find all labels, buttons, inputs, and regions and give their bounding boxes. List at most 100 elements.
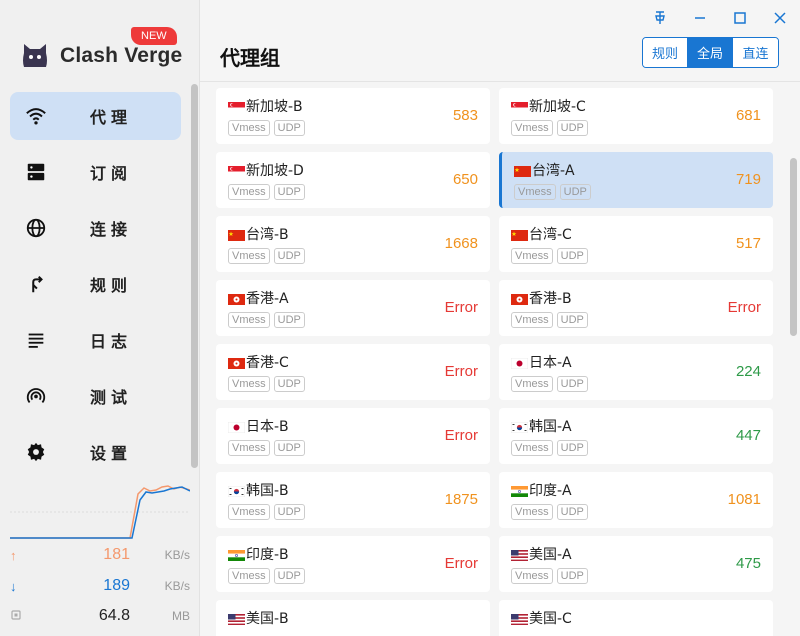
flag-jp-icon — [510, 354, 529, 370]
flag-hk-icon — [511, 290, 528, 305]
proxy-tag: UDP — [556, 248, 588, 264]
proxy-card[interactable]: 韩国-A Vmess UDP 447 — [499, 408, 773, 464]
sidebar-item-6[interactable]: 设置 — [10, 428, 181, 476]
proxy-tag: UDP — [273, 312, 305, 328]
proxy-name: 台湾-C — [529, 227, 572, 243]
proxy-card[interactable]: 台湾-A Vmess UDP 719 — [499, 152, 773, 208]
proxy-card[interactable]: 新加坡-B Vmess UDP 583 — [216, 88, 490, 144]
sidebar-item-5[interactable]: 测试 — [10, 372, 181, 420]
proxy-card[interactable]: 新加坡-C Vmess UDP 681 — [499, 88, 773, 144]
flag-hk-icon — [228, 290, 245, 305]
flag-sg-icon — [511, 98, 528, 113]
proxy-delay[interactable]: 719 — [736, 171, 761, 188]
proxy-card[interactable]: 香港-C Vmess UDP Error — [216, 344, 490, 400]
minimize-icon[interactable] — [690, 8, 710, 28]
nav-menu: 代理订阅连接规则日志测试设置 — [10, 92, 181, 484]
fork-icon — [10, 273, 62, 295]
proxy-tag: UDP — [556, 568, 588, 584]
sidebar-item-label: 连接 — [90, 220, 133, 239]
proxy-card[interactable]: 韩国-B Vmess UDP 1875 — [216, 472, 490, 528]
proxy-tag: Vmess — [228, 504, 270, 520]
proxy-tag: UDP — [273, 504, 305, 520]
proxy-tags: Vmess UDP — [511, 120, 588, 136]
maximize-icon[interactable] — [730, 8, 750, 28]
flag-cn-icon — [228, 226, 245, 241]
proxy-card[interactable]: 美国-C — [499, 600, 773, 636]
proxy-tag: UDP — [559, 184, 591, 200]
sidebar-item-0[interactable]: 代理 — [10, 92, 181, 140]
sidebar-item-label: 代理 — [90, 108, 133, 127]
proxy-name: 印度-A — [529, 483, 572, 499]
proxy-card[interactable]: 美国-B — [216, 600, 490, 636]
flag-in-icon — [511, 482, 528, 497]
main-scrollbar[interactable] — [790, 158, 797, 336]
sidebar-item-3[interactable]: 规则 — [10, 260, 181, 308]
flag-kr-icon — [510, 418, 529, 434]
proxy-tag: Vmess — [511, 312, 553, 328]
proxy-name: 新加坡-B — [246, 99, 303, 115]
proxy-delay[interactable]: 475 — [736, 555, 761, 572]
proxy-delay[interactable]: Error — [445, 299, 478, 316]
proxy-card[interactable]: 香港-A Vmess UDP Error — [216, 280, 490, 336]
sidebar-item-1[interactable]: 订阅 — [10, 148, 181, 196]
proxy-delay[interactable]: 1668 — [445, 235, 478, 252]
sidebar-item-2[interactable]: 连接 — [10, 204, 181, 252]
proxy-delay[interactable]: Error — [445, 427, 478, 444]
memory-row: 64.8 MB — [10, 605, 190, 627]
flag-cn-icon — [511, 226, 528, 241]
mode-toggle-group: 规则 全局 直连 — [642, 37, 779, 68]
close-icon[interactable] — [770, 8, 790, 28]
proxy-delay[interactable]: Error — [445, 363, 478, 380]
proxy-name: 美国-A — [529, 547, 572, 563]
memory-icon — [10, 609, 26, 624]
main-panel: 代理组 规则 全局 直连 新加坡-B Vmess UDP 583 新加坡-C Vmess UDP… — [200, 0, 800, 636]
flag-cn-icon — [514, 162, 531, 177]
proxy-tag: UDP — [273, 120, 305, 136]
proxy-delay[interactable]: 1875 — [445, 491, 478, 508]
proxy-card[interactable]: 台湾-B Vmess UDP 1668 — [216, 216, 490, 272]
proxy-delay[interactable]: 447 — [736, 427, 761, 444]
upload-speed: 181 — [103, 546, 130, 563]
proxy-delay[interactable]: 681 — [736, 107, 761, 124]
proxy-tag: Vmess — [511, 376, 553, 392]
proxy-delay[interactable]: Error — [445, 555, 478, 572]
proxy-name: 日本-B — [246, 419, 289, 435]
proxy-card[interactable]: 新加坡-D Vmess UDP 650 — [216, 152, 490, 208]
proxy-name: 新加坡-C — [529, 99, 586, 115]
proxy-tags: Vmess UDP — [228, 568, 305, 584]
proxy-tag: UDP — [556, 312, 588, 328]
mode-button-1[interactable]: 全局 — [688, 38, 733, 67]
proxy-card[interactable]: 美国-A Vmess UDP 475 — [499, 536, 773, 592]
sidebar-scrollbar[interactable] — [191, 84, 198, 468]
mode-button-2[interactable]: 直连 — [733, 38, 778, 67]
proxy-delay[interactable]: 224 — [736, 363, 761, 380]
proxy-delay[interactable]: Error — [728, 299, 761, 316]
proxy-name: 新加坡-D — [246, 163, 304, 179]
proxy-tag: Vmess — [228, 440, 270, 456]
proxy-delay[interactable]: 1081 — [728, 491, 761, 508]
proxy-tag: Vmess — [511, 568, 553, 584]
memory-usage: 64.8 — [98, 607, 130, 624]
sidebar-item-label: 规则 — [90, 276, 133, 295]
flag-sg-icon — [228, 98, 245, 113]
proxy-name: 韩国-B — [246, 483, 289, 499]
proxy-card[interactable]: 印度-B Vmess UDP Error — [216, 536, 490, 592]
mode-button-0[interactable]: 规则 — [643, 38, 688, 67]
wifi-icon — [10, 105, 62, 127]
proxy-name: 韩国-A — [529, 419, 572, 435]
proxy-card[interactable]: 日本-B Vmess UDP Error — [216, 408, 490, 464]
pin-icon[interactable] — [650, 8, 670, 28]
proxy-card[interactable]: 印度-A Vmess UDP 1081 — [499, 472, 773, 528]
proxy-delay[interactable]: 583 — [453, 107, 478, 124]
proxy-card[interactable]: 台湾-C Vmess UDP 517 — [499, 216, 773, 272]
proxy-tag: Vmess — [228, 120, 270, 136]
sidebar-item-4[interactable]: 日志 — [10, 316, 181, 364]
proxy-delay[interactable]: 517 — [736, 235, 761, 252]
proxy-card[interactable]: 日本-A Vmess UDP 224 — [499, 344, 773, 400]
proxy-card[interactable]: 香港-B Vmess UDP Error — [499, 280, 773, 336]
new-badge: NEW — [131, 27, 177, 45]
download-speed-row: ↓ 189 KB/s — [10, 575, 190, 597]
proxy-tag: Vmess — [228, 248, 270, 264]
flag-us-icon — [511, 546, 528, 561]
proxy-delay[interactable]: 650 — [453, 171, 478, 188]
